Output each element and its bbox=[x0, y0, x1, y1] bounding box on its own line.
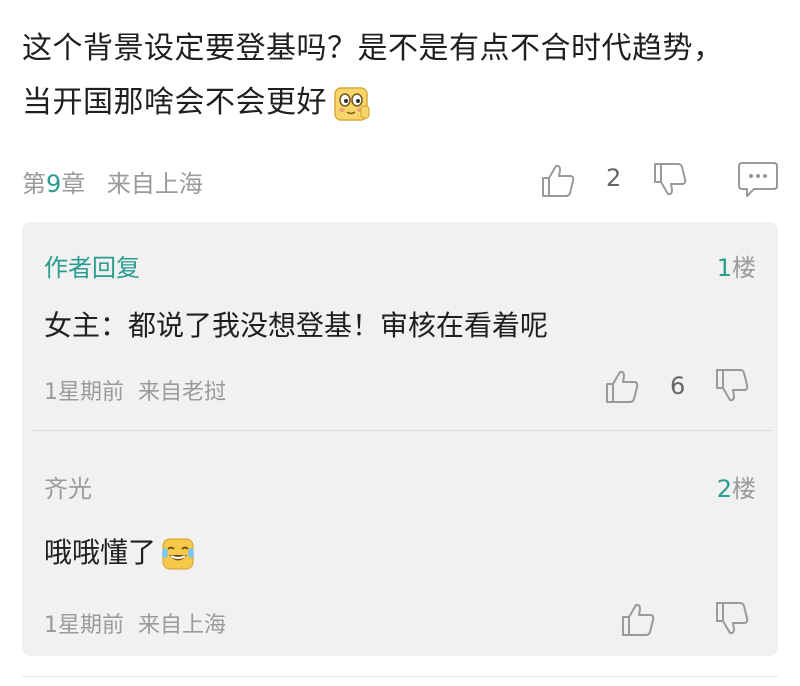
reply-floor: 2楼 bbox=[717, 469, 756, 504]
thumbs-up-icon bbox=[538, 160, 578, 200]
reply-text-content: 哦哦懂了 bbox=[44, 536, 157, 569]
reply-location: 来自老挝 bbox=[138, 380, 227, 405]
reply-location: 来自上海 bbox=[138, 613, 227, 638]
comment-location: 来自上海 bbox=[106, 170, 203, 198]
reply-author[interactable]: 齐光 bbox=[44, 469, 92, 504]
reply-time: 1星期前 bbox=[44, 380, 124, 405]
reply-like-button[interactable] bbox=[602, 366, 642, 406]
comment-bubble-icon bbox=[736, 160, 780, 200]
reply-time: 1星期前 bbox=[44, 613, 124, 638]
reply-floor: 1楼 bbox=[717, 248, 756, 283]
reply-author[interactable]: 作者回复 bbox=[44, 248, 140, 283]
chapter-prefix: 第 bbox=[22, 170, 46, 198]
thumbs-down-icon bbox=[712, 366, 752, 406]
comment-reply-button[interactable] bbox=[736, 160, 780, 200]
thumbs-up-icon bbox=[602, 366, 642, 406]
floor-number: 2 bbox=[716, 475, 732, 503]
reply-text: 哦哦懂了 bbox=[44, 531, 196, 572]
chapter-suffix: 章 bbox=[61, 170, 86, 198]
comment-text: 这个背景设定要登基吗？是不是有点不合时代趋势， 当开国那啥会不会更好 bbox=[22, 22, 782, 130]
chapter-tag[interactable]: 第9章 bbox=[22, 170, 85, 198]
comment-line-2-text: 当开国那啥会不会更好 bbox=[22, 85, 327, 120]
reply-text: 女主：都说了我没想登基！审核在看着呢 bbox=[44, 309, 549, 342]
comment-meta-row: 第9章 来自上海 2 bbox=[22, 160, 782, 200]
comment-line-2: 当开国那啥会不会更好 bbox=[22, 76, 782, 130]
thumbs-down-icon bbox=[712, 599, 752, 639]
comment-like-button[interactable] bbox=[538, 160, 578, 200]
chapter-number: 9 bbox=[46, 170, 62, 198]
comment-like-count: 2 bbox=[606, 164, 622, 192]
reply-like-button[interactable] bbox=[618, 599, 658, 639]
reply-list: 作者回复 1楼 女主：都说了我没想登基！审核在看着呢 1星期前 来自老挝 6 齐… bbox=[22, 222, 778, 656]
thumbs-down-icon bbox=[650, 160, 690, 200]
reply-dislike-button[interactable] bbox=[712, 599, 752, 639]
comment-line-1: 这个背景设定要登基吗？是不是有点不合时代趋势， bbox=[22, 31, 724, 66]
thumbs-up-icon bbox=[618, 599, 658, 639]
reply-dislike-button[interactable] bbox=[712, 366, 752, 406]
reply-item: 作者回复 1楼 女主：都说了我没想登基！审核在看着呢 1星期前 来自老挝 6 bbox=[22, 222, 778, 430]
floor-number: 1 bbox=[716, 254, 732, 282]
reply-meta: 1星期前 来自上海 bbox=[44, 607, 226, 639]
tears-of-joy-emoji-icon bbox=[160, 536, 196, 572]
comment-dislike-button[interactable] bbox=[650, 160, 690, 200]
floor-word: 楼 bbox=[732, 254, 756, 282]
reply-item: 齐光 2楼 哦哦懂了 1星期前 来自上海 bbox=[22, 431, 778, 655]
reply-meta: 1星期前 来自老挝 bbox=[44, 374, 226, 406]
floor-word: 楼 bbox=[732, 475, 756, 503]
comment-meta: 第9章 来自上海 bbox=[22, 164, 203, 199]
reply-like-count: 6 bbox=[670, 372, 686, 400]
shy-face-emoji-icon bbox=[331, 84, 371, 124]
bottom-divider bbox=[22, 676, 778, 677]
